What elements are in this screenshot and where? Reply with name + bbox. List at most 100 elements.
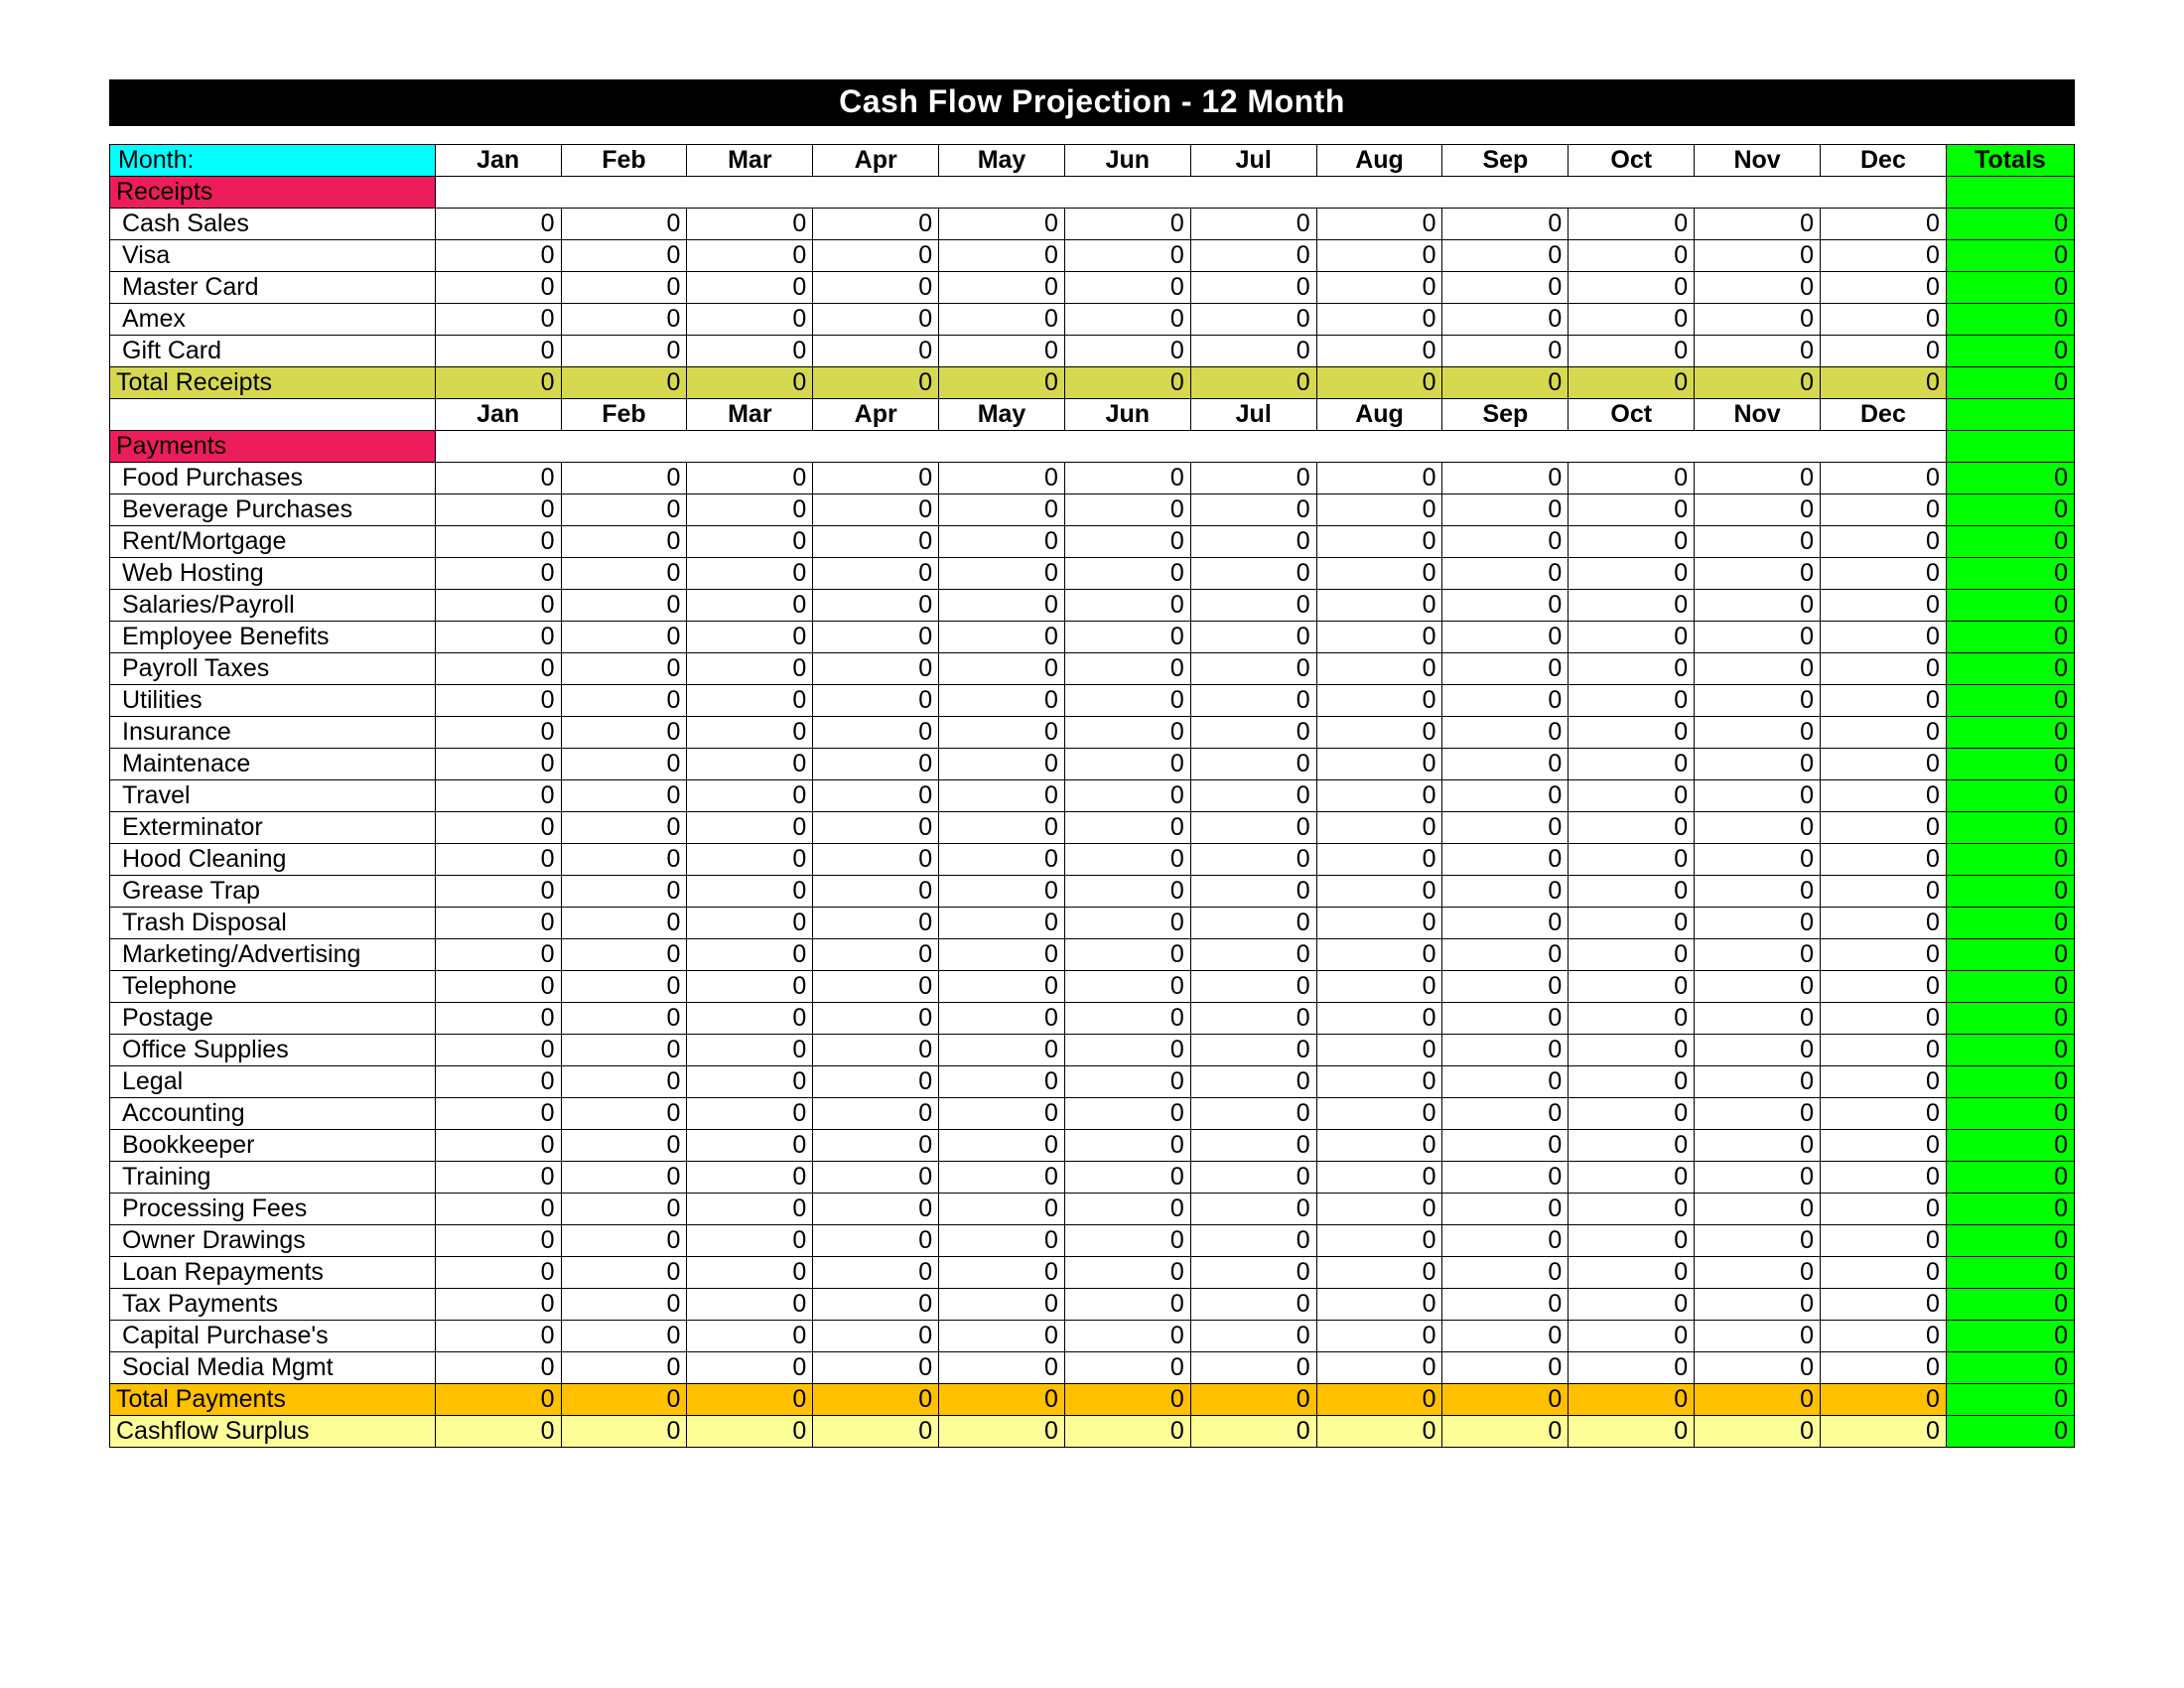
cell[interactable]: 0 bbox=[561, 844, 687, 876]
cell[interactable]: 0 bbox=[687, 685, 813, 717]
cell[interactable]: 0 bbox=[1190, 1130, 1316, 1162]
cell[interactable]: 0 bbox=[1190, 749, 1316, 780]
cell[interactable]: 0 bbox=[1821, 812, 1947, 844]
cell[interactable]: 0 bbox=[939, 1225, 1065, 1257]
cell[interactable]: 0 bbox=[1064, 1066, 1190, 1098]
cell[interactable]: 0 bbox=[1821, 1257, 1947, 1289]
cell[interactable]: 0 bbox=[1569, 908, 1695, 939]
cell[interactable]: 0 bbox=[1695, 685, 1821, 717]
cell[interactable]: 0 bbox=[939, 590, 1065, 622]
cell[interactable]: 0 bbox=[687, 1194, 813, 1225]
cell[interactable]: 0 bbox=[813, 272, 939, 304]
cell[interactable]: 0 bbox=[1695, 1003, 1821, 1035]
cell[interactable]: 0 bbox=[939, 685, 1065, 717]
cell[interactable]: 0 bbox=[813, 1130, 939, 1162]
cell[interactable]: 0 bbox=[1442, 717, 1569, 749]
cell[interactable]: 0 bbox=[1821, 1225, 1947, 1257]
cell[interactable]: 0 bbox=[687, 717, 813, 749]
cell[interactable]: 0 bbox=[1316, 1289, 1442, 1321]
cell[interactable]: 0 bbox=[1064, 844, 1190, 876]
cell[interactable]: 0 bbox=[1569, 304, 1695, 336]
cell[interactable]: 0 bbox=[813, 1066, 939, 1098]
cell[interactable]: 0 bbox=[687, 1225, 813, 1257]
cell[interactable]: 0 bbox=[1316, 1130, 1442, 1162]
cell[interactable]: 0 bbox=[687, 939, 813, 971]
cell[interactable]: 0 bbox=[1695, 1035, 1821, 1066]
cell[interactable]: 0 bbox=[1316, 908, 1442, 939]
cell[interactable]: 0 bbox=[1569, 336, 1695, 367]
cell[interactable]: 0 bbox=[813, 939, 939, 971]
cell[interactable]: 0 bbox=[435, 590, 561, 622]
cell[interactable]: 0 bbox=[939, 1130, 1065, 1162]
cell[interactable]: 0 bbox=[1695, 812, 1821, 844]
cell[interactable]: 0 bbox=[435, 272, 561, 304]
cell[interactable]: 0 bbox=[1821, 1321, 1947, 1352]
cell[interactable]: 0 bbox=[939, 844, 1065, 876]
cell[interactable]: 0 bbox=[813, 463, 939, 494]
cell[interactable]: 0 bbox=[1190, 1035, 1316, 1066]
cell[interactable]: 0 bbox=[1316, 717, 1442, 749]
cell[interactable]: 0 bbox=[1064, 653, 1190, 685]
cell[interactable]: 0 bbox=[1316, 1066, 1442, 1098]
cell[interactable]: 0 bbox=[1695, 1130, 1821, 1162]
cell[interactable]: 0 bbox=[1190, 526, 1316, 558]
cell[interactable]: 0 bbox=[1064, 622, 1190, 653]
cell[interactable]: 0 bbox=[561, 1098, 687, 1130]
cell[interactable]: 0 bbox=[1821, 1352, 1947, 1384]
cell[interactable]: 0 bbox=[1316, 1225, 1442, 1257]
cell[interactable]: 0 bbox=[1821, 844, 1947, 876]
cell[interactable]: 0 bbox=[1442, 463, 1569, 494]
cell[interactable]: 0 bbox=[1442, 685, 1569, 717]
cell[interactable]: 0 bbox=[1821, 971, 1947, 1003]
cell[interactable]: 0 bbox=[1442, 653, 1569, 685]
cell[interactable]: 0 bbox=[1316, 336, 1442, 367]
cell[interactable]: 0 bbox=[687, 1130, 813, 1162]
cell[interactable]: 0 bbox=[1316, 1194, 1442, 1225]
cell[interactable]: 0 bbox=[1064, 908, 1190, 939]
cell[interactable]: 0 bbox=[1569, 590, 1695, 622]
cell[interactable]: 0 bbox=[561, 526, 687, 558]
cell[interactable]: 0 bbox=[939, 494, 1065, 526]
cell[interactable]: 0 bbox=[561, 1130, 687, 1162]
cell[interactable]: 0 bbox=[1190, 653, 1316, 685]
cell[interactable]: 0 bbox=[561, 717, 687, 749]
cell[interactable]: 0 bbox=[1316, 209, 1442, 240]
cell[interactable]: 0 bbox=[561, 1257, 687, 1289]
cell[interactable]: 0 bbox=[435, 1066, 561, 1098]
cell[interactable]: 0 bbox=[561, 1321, 687, 1352]
cell[interactable]: 0 bbox=[1064, 558, 1190, 590]
cell[interactable]: 0 bbox=[939, 939, 1065, 971]
cell[interactable]: 0 bbox=[1695, 939, 1821, 971]
cell[interactable]: 0 bbox=[1316, 1352, 1442, 1384]
cell[interactable]: 0 bbox=[1821, 304, 1947, 336]
cell[interactable]: 0 bbox=[1569, 240, 1695, 272]
cell[interactable]: 0 bbox=[435, 1257, 561, 1289]
cell[interactable]: 0 bbox=[1064, 780, 1190, 812]
cell[interactable]: 0 bbox=[1695, 336, 1821, 367]
cell[interactable]: 0 bbox=[435, 939, 561, 971]
cell[interactable]: 0 bbox=[1064, 1035, 1190, 1066]
cell[interactable]: 0 bbox=[1821, 622, 1947, 653]
cell[interactable]: 0 bbox=[1190, 494, 1316, 526]
cell[interactable]: 0 bbox=[1316, 240, 1442, 272]
cell[interactable]: 0 bbox=[561, 590, 687, 622]
cell[interactable]: 0 bbox=[687, 463, 813, 494]
cell[interactable]: 0 bbox=[1316, 653, 1442, 685]
cell[interactable]: 0 bbox=[687, 971, 813, 1003]
cell[interactable]: 0 bbox=[1821, 780, 1947, 812]
cell[interactable]: 0 bbox=[1190, 780, 1316, 812]
cell[interactable]: 0 bbox=[1064, 1194, 1190, 1225]
cell[interactable]: 0 bbox=[1821, 1066, 1947, 1098]
cell[interactable]: 0 bbox=[1569, 1194, 1695, 1225]
cell[interactable]: 0 bbox=[1695, 844, 1821, 876]
cell[interactable]: 0 bbox=[561, 939, 687, 971]
cell[interactable]: 0 bbox=[1695, 653, 1821, 685]
cell[interactable]: 0 bbox=[1569, 1289, 1695, 1321]
cell[interactable]: 0 bbox=[939, 780, 1065, 812]
cell[interactable]: 0 bbox=[561, 494, 687, 526]
cell[interactable]: 0 bbox=[1064, 526, 1190, 558]
cell[interactable]: 0 bbox=[1695, 526, 1821, 558]
cell[interactable]: 0 bbox=[1695, 1257, 1821, 1289]
cell[interactable]: 0 bbox=[435, 1289, 561, 1321]
cell[interactable]: 0 bbox=[813, 876, 939, 908]
